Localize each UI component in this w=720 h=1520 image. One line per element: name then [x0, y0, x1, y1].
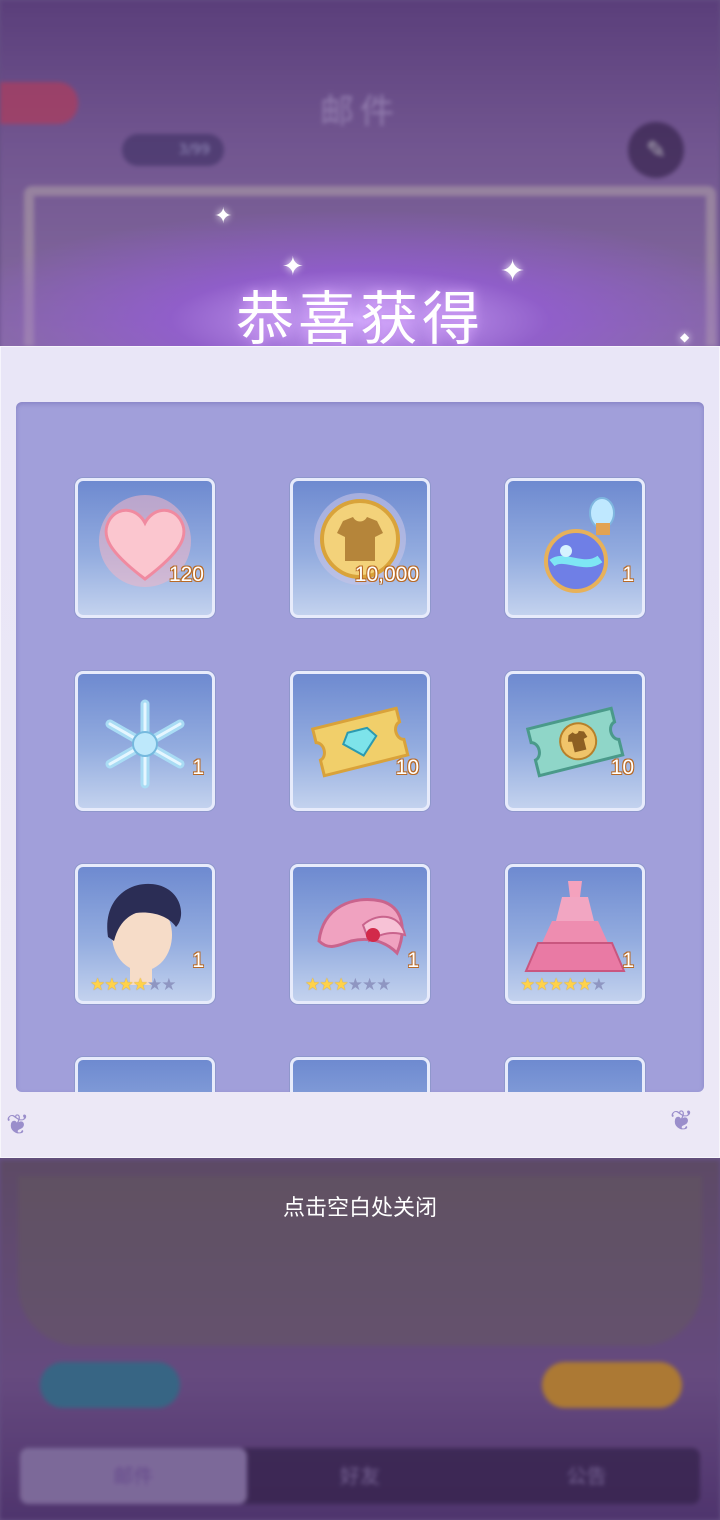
reward-item[interactable]	[75, 1057, 215, 1092]
coin-icon	[314, 493, 406, 585]
reward-item[interactable]: 1	[75, 671, 215, 811]
reward-item[interactable]: 1	[505, 478, 645, 618]
snowflake-icon	[105, 699, 185, 789]
reward-item[interactable]	[505, 1057, 645, 1092]
star-rating: ★★★★★★	[90, 975, 176, 995]
diamond-ticket-icon	[310, 706, 410, 778]
reward-item[interactable]: 1 ★★★★★★	[75, 864, 215, 1004]
reward-item[interactable]: 10,000	[290, 478, 430, 618]
reward-title: 恭喜获得	[235, 285, 484, 353]
ornament-icon: ❦	[6, 1108, 30, 1141]
ornament-icon: ❦	[670, 1104, 694, 1137]
sparkle-icon: ✦	[214, 204, 233, 229]
reward-item[interactable]: 10	[505, 671, 645, 811]
reward-item[interactable]: 1 ★★★★★★	[290, 864, 430, 1004]
item-quantity: 1	[622, 949, 634, 972]
item-quantity: 120	[168, 563, 204, 586]
item-quantity: 1	[192, 949, 204, 972]
reward-grid-panel[interactable]: 120 10,000 1 1 10 10 1 ★★★★★★ 1 ★★★★★★ 1…	[16, 402, 704, 1092]
close-hint[interactable]: 点击空白处关闭	[0, 1190, 720, 1222]
item-quantity: 10,000	[354, 563, 419, 586]
item-quantity: 1	[407, 949, 419, 972]
heart-icon	[99, 495, 191, 587]
reward-item[interactable]: 1 ★★★★★★	[505, 864, 645, 1004]
star-rating: ★★★★★★	[520, 975, 606, 995]
reward-item[interactable]: 120	[75, 478, 215, 618]
item-quantity: 1	[192, 756, 204, 779]
potion-icon	[544, 497, 615, 593]
coin-ticket-icon	[525, 706, 625, 778]
reward-item[interactable]	[290, 1057, 430, 1092]
item-quantity: 10	[395, 756, 419, 779]
item-quantity: 10	[610, 756, 634, 779]
reward-item[interactable]: 10	[290, 671, 430, 811]
item-quantity: 1	[622, 563, 634, 586]
star-rating: ★★★★★★	[305, 975, 391, 995]
